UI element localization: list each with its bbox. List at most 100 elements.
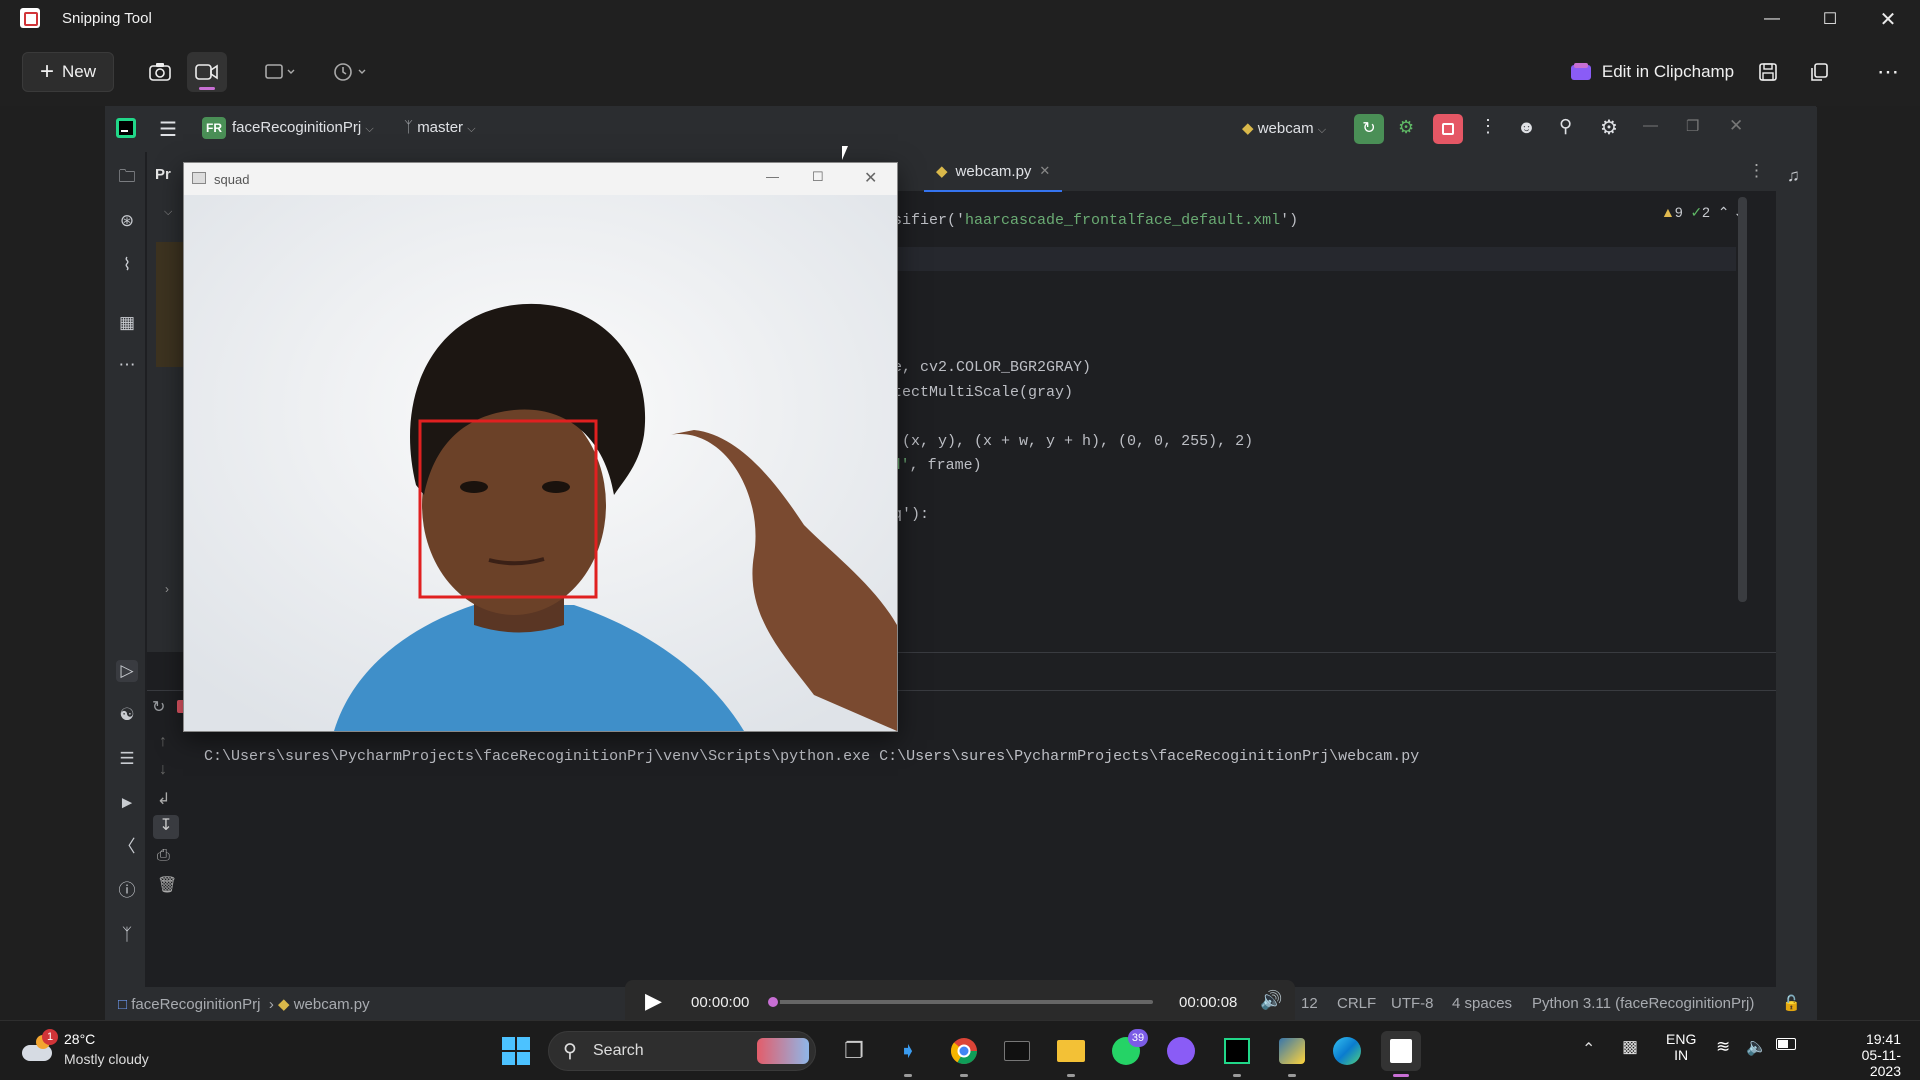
chevron-right-icon[interactable]: › bbox=[165, 582, 169, 596]
stop-button[interactable] bbox=[1433, 114, 1463, 144]
weather-widget[interactable]: 1 bbox=[20, 1029, 58, 1069]
scroll-to-end-icon[interactable]: ↧ bbox=[153, 815, 179, 839]
run-side-actions: ↑ ↓ ↲ ↧ ⎙ 🗑 bbox=[147, 723, 187, 987]
python-app-icon[interactable] bbox=[1272, 1031, 1312, 1077]
search-everywhere-icon[interactable]: ⚲ bbox=[1559, 116, 1572, 137]
down-arrow-icon[interactable]: ↓ bbox=[159, 761, 167, 779]
vscode-icon[interactable]: ➧ bbox=[888, 1031, 928, 1077]
pull-requests-icon[interactable]: ⌇ bbox=[116, 254, 138, 276]
debug-icon[interactable]: ⚙ bbox=[1398, 117, 1414, 138]
file-encoding[interactable]: UTF-8 bbox=[1391, 995, 1434, 1012]
camera-icon[interactable] bbox=[140, 52, 180, 92]
snipping-tool-taskbar-icon[interactable] bbox=[1381, 1031, 1421, 1077]
battery-icon[interactable] bbox=[1776, 1038, 1796, 1050]
new-button[interactable]: + New bbox=[22, 52, 114, 92]
copy-icon[interactable] bbox=[1799, 52, 1839, 92]
print-icon[interactable]: ⎙ bbox=[157, 847, 170, 865]
taskbar-search[interactable]: ⚲ Search bbox=[548, 1031, 816, 1071]
task-view-icon[interactable]: ❐ bbox=[834, 1031, 874, 1071]
edge-icon[interactable] bbox=[1327, 1031, 1367, 1071]
file-explorer-icon[interactable] bbox=[1051, 1031, 1091, 1077]
left-tool-strip: 🗀 ⊛ ⌇ ▦ ⋯ ▷ ☯ ☰ ► 〈 ⓘ ᛉ bbox=[106, 152, 146, 1020]
editor-scrollbar[interactable] bbox=[1738, 197, 1747, 602]
windows-start-icon[interactable] bbox=[496, 1031, 536, 1071]
more-options-icon[interactable]: ⋯ bbox=[1868, 52, 1908, 92]
play-icon[interactable]: ▶ bbox=[645, 988, 662, 1014]
close-icon[interactable]: ✕ bbox=[1859, 0, 1917, 38]
squad-minimize-icon[interactable]: — bbox=[766, 169, 779, 184]
video-record-icon[interactable] bbox=[187, 52, 227, 92]
tablet-icon[interactable]: ▩ bbox=[1622, 1037, 1638, 1057]
plus-icon: + bbox=[39, 58, 54, 85]
clock[interactable]: 19:41 05-11-2023 bbox=[1833, 1031, 1901, 1079]
maximize-icon[interactable]: ☐ bbox=[1801, 0, 1859, 38]
chrome-icon[interactable] bbox=[944, 1031, 984, 1077]
seek-thumb[interactable] bbox=[766, 995, 780, 1009]
tab-webcam[interactable]: ◆ webcam.py ✕ bbox=[924, 152, 1063, 192]
lock-icon[interactable]: 🔓 bbox=[1782, 994, 1801, 1012]
run-tool-icon[interactable]: ▷ bbox=[116, 660, 138, 682]
indent-setting[interactable]: 4 spaces bbox=[1452, 995, 1512, 1012]
run-config-selector[interactable]: ◆ webcam ⌵ bbox=[1242, 119, 1326, 137]
minimize-icon[interactable]: — bbox=[1743, 0, 1801, 38]
more-actions-icon[interactable]: ⋮ bbox=[1479, 116, 1497, 137]
ide-main-toolbar: ☰ FR faceRecoginitionPrj ⌵ ᛉ master ⌵ ◆ … bbox=[106, 107, 1817, 152]
structure-icon[interactable]: ▦ bbox=[116, 312, 138, 334]
up-arrow-icon[interactable]: ↑ bbox=[159, 733, 167, 751]
python-console-icon[interactable]: ☯ bbox=[116, 704, 138, 726]
python-packages-icon[interactable]: ☰ bbox=[116, 748, 138, 770]
rerun-icon[interactable]: ↻ bbox=[152, 697, 165, 717]
rerun-button[interactable]: ↻ bbox=[1354, 114, 1384, 144]
terminal-app-icon[interactable] bbox=[997, 1031, 1037, 1071]
snip-mode-icon[interactable] bbox=[258, 52, 304, 92]
clipchamp-icon bbox=[1570, 63, 1591, 80]
services-icon[interactable]: ► bbox=[116, 792, 138, 814]
inspection-widget[interactable]: ▲9 ✓2 ⌃ ⌄ bbox=[1661, 204, 1745, 221]
edit-in-clipchamp-button[interactable]: Edit in Clipchamp bbox=[1552, 52, 1752, 92]
breadcrumb[interactable]: □ faceRecoginitionPrj › ◆ webcam.py bbox=[118, 995, 370, 1013]
volume-icon[interactable]: 🔊 bbox=[1260, 990, 1282, 1011]
pycharm-taskbar-icon[interactable] bbox=[1217, 1031, 1257, 1077]
module-icon: □ bbox=[118, 996, 128, 1013]
settings-icon[interactable]: ⚙ bbox=[1600, 115, 1618, 140]
trash-icon[interactable]: 🗑 bbox=[157, 875, 177, 895]
branch-selector[interactable]: ᛉ master ⌵ bbox=[404, 119, 476, 136]
tab-close-icon[interactable]: ✕ bbox=[1039, 163, 1050, 179]
git-icon[interactable]: ᛉ bbox=[116, 924, 138, 946]
squad-close-icon[interactable]: ✕ bbox=[864, 168, 877, 188]
squad-maximize-icon[interactable]: ☐ bbox=[812, 169, 824, 185]
add-user-icon[interactable]: ☻ bbox=[1517, 117, 1536, 138]
terminal-icon[interactable]: 〈 bbox=[116, 836, 138, 858]
seek-track[interactable] bbox=[766, 995, 1153, 1009]
show-hidden-icons[interactable]: ⌃ bbox=[1582, 1039, 1595, 1059]
github-icon[interactable] bbox=[1161, 1031, 1201, 1071]
notifications-bell-icon[interactable]: ♫ bbox=[1787, 166, 1800, 186]
chevron-down-icon[interactable]: ⌵ bbox=[164, 206, 172, 219]
whatsapp-icon[interactable]: 39 bbox=[1106, 1029, 1148, 1071]
ide-minimize-icon[interactable]: — bbox=[1643, 117, 1658, 134]
soft-wrap-icon[interactable]: ↲ bbox=[157, 789, 170, 809]
line-separator[interactable]: CRLF bbox=[1337, 995, 1376, 1012]
volume-tray-icon[interactable]: 🔈 bbox=[1746, 1037, 1767, 1057]
main-menu-icon[interactable]: ☰ bbox=[159, 117, 177, 142]
ide-restore-icon[interactable]: ❐ bbox=[1686, 117, 1699, 135]
language-indicator[interactable]: ENG IN bbox=[1666, 1031, 1696, 1063]
project-selector[interactable]: faceRecoginitionPrj ⌵ bbox=[232, 119, 374, 136]
python-file-icon: ◆ bbox=[936, 163, 948, 180]
console-output: C:\Users\sures\PycharmProjects\faceRecog… bbox=[204, 748, 1420, 765]
video-player-bar: ▶ 00:00:00 00:00:08 🔊 bbox=[625, 980, 1295, 1022]
more-tools-icon[interactable]: ⋯ bbox=[116, 354, 138, 376]
python-interpreter[interactable]: Python 3.11 (faceRecoginitionPrj) bbox=[1532, 995, 1754, 1012]
wifi-icon[interactable]: ≋ bbox=[1716, 1037, 1730, 1057]
save-icon[interactable] bbox=[1748, 52, 1788, 92]
webcam-frame bbox=[184, 195, 897, 731]
commit-icon[interactable]: ⊛ bbox=[116, 210, 138, 232]
warning-icon: ▲ bbox=[1661, 204, 1675, 220]
problems-icon[interactable]: ⓘ bbox=[116, 880, 138, 902]
tab-webcam-label: webcam.py bbox=[955, 162, 1032, 180]
project-folder-icon[interactable]: 🗀 bbox=[116, 166, 138, 188]
timer-icon[interactable] bbox=[328, 52, 374, 92]
ide-close-icon[interactable]: ✕ bbox=[1729, 116, 1743, 136]
line-col[interactable]: 12 bbox=[1301, 995, 1318, 1012]
tab-options-icon[interactable]: ⋮ bbox=[1748, 161, 1765, 181]
